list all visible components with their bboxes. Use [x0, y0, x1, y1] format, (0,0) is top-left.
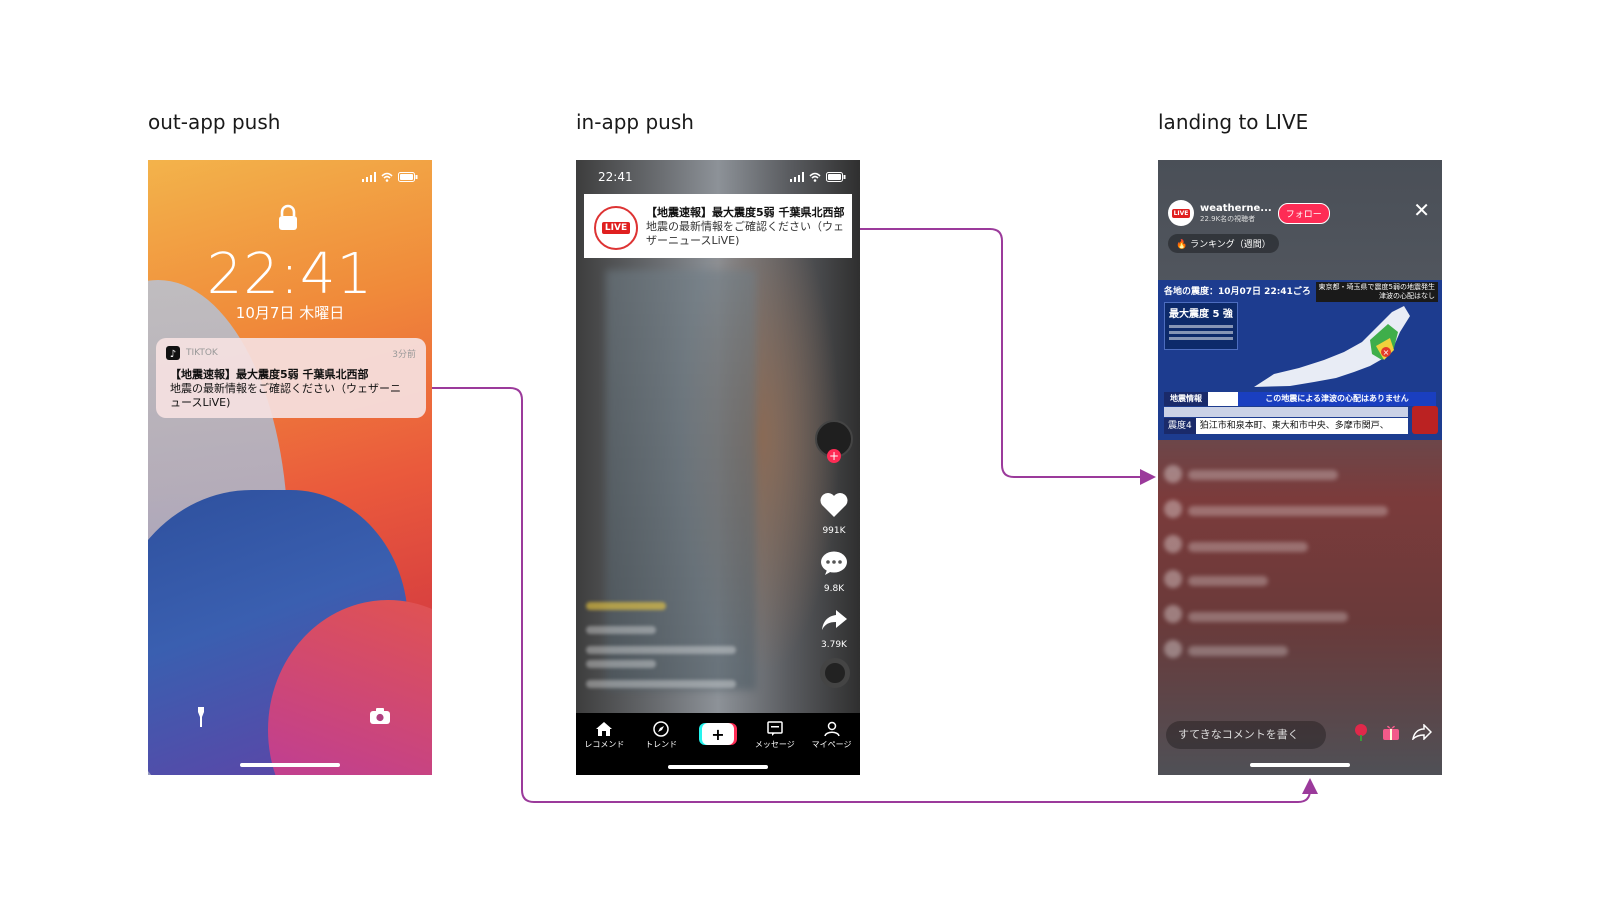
connector-in-app-to-live: [860, 228, 1156, 485]
connector-out-app-to-live: [432, 387, 1318, 803]
flow-connectors: [432, 228, 1318, 803]
